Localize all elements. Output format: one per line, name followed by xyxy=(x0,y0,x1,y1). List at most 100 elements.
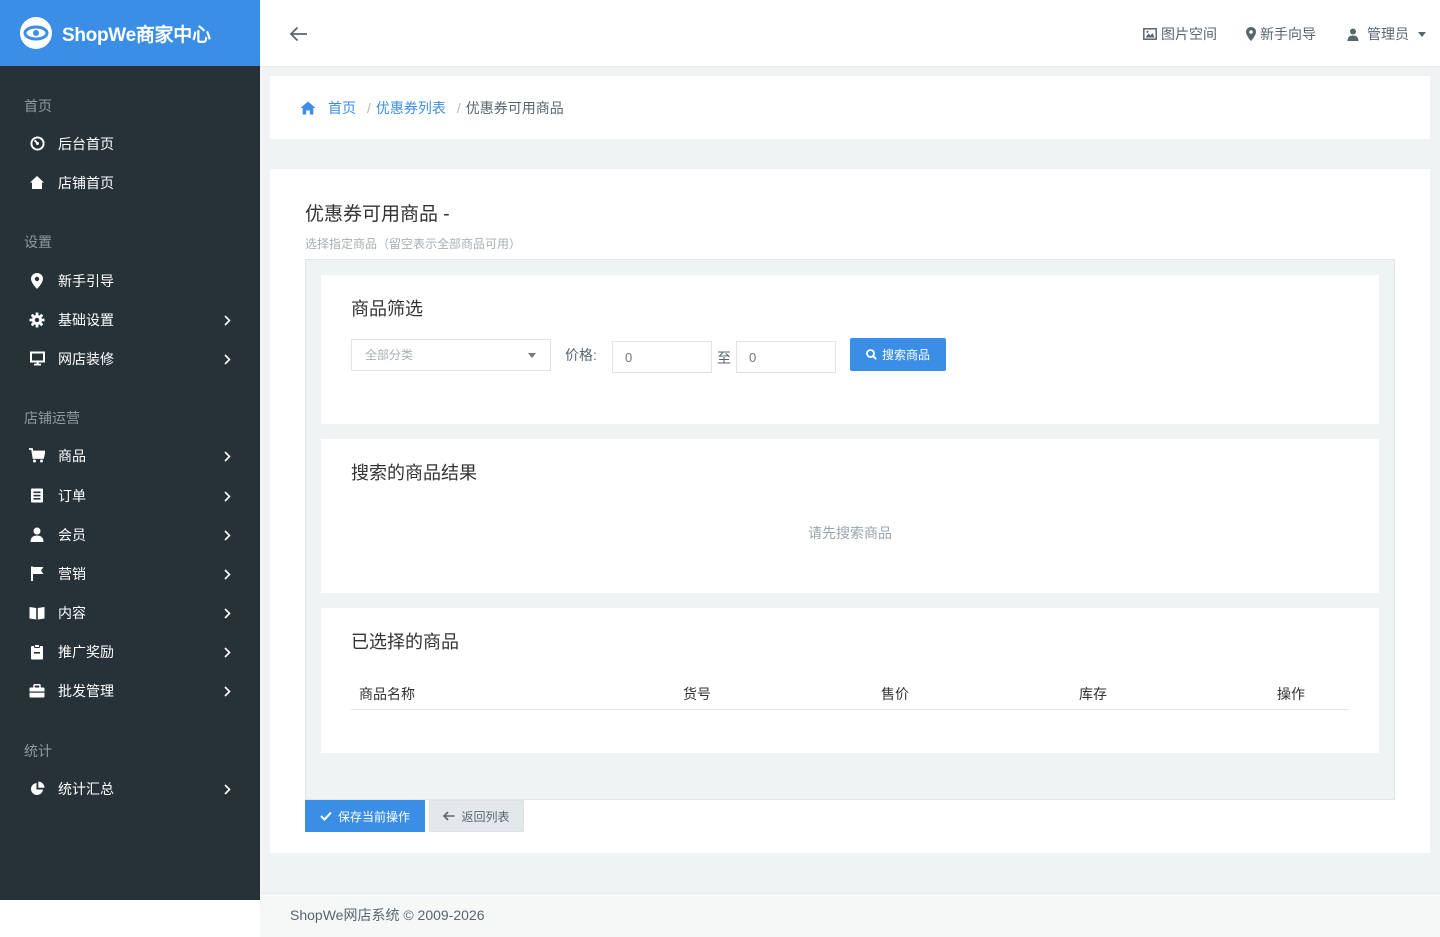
image-space-link[interactable]: 图片空间 xyxy=(1143,24,1217,44)
user-icon xyxy=(29,527,45,543)
table-header-divider xyxy=(351,709,1349,710)
sidebar-item-promotion[interactable]: 推广奖励 xyxy=(0,632,260,671)
sidebar-item-label: 网店装修 xyxy=(58,350,114,367)
sidebar-item-dashboard[interactable]: 后台首页 xyxy=(0,124,260,163)
back-to-list-button[interactable]: 返回列表 xyxy=(429,800,524,832)
home-icon[interactable] xyxy=(300,101,316,115)
filter-title: 商品筛选 xyxy=(351,299,423,319)
sidebar-bottom-gap xyxy=(0,900,260,937)
sidebar-item-marketing[interactable]: 营销 xyxy=(0,554,260,593)
price-max-input[interactable] xyxy=(736,341,836,373)
sidebar-item-label: 后台首页 xyxy=(58,135,114,152)
to-label: 至 xyxy=(717,350,731,366)
sidebar-item-label: 统计汇总 xyxy=(58,780,114,797)
breadcrumb-coupon-list[interactable]: 优惠券列表 xyxy=(376,98,446,118)
footer: ShopWe网店系统 © 2009-2026 xyxy=(260,893,1440,937)
briefcase-icon xyxy=(29,683,45,699)
sidebar-item-label: 会员 xyxy=(58,526,86,543)
sidebar-item-label: 订单 xyxy=(58,487,86,504)
search-products-button[interactable]: 搜索商品 xyxy=(850,338,946,371)
breadcrumb-separator: / xyxy=(456,99,461,116)
column-header-action: 操作 xyxy=(1277,686,1305,702)
sidebar-item-store-home[interactable]: 店铺首页 xyxy=(0,163,260,202)
sidebar-item-orders[interactable]: 订单 xyxy=(0,476,260,515)
sidebar-item-wholesale[interactable]: 批发管理 xyxy=(0,671,260,710)
sidebar-item-statistics[interactable]: 统计汇总 xyxy=(0,769,260,808)
chevron-right-icon xyxy=(224,352,231,368)
book-icon xyxy=(29,605,45,621)
chevron-right-icon xyxy=(224,782,231,798)
dashboard-icon xyxy=(29,136,45,152)
sidebar-item-guide[interactable]: 新手引导 xyxy=(0,261,260,300)
monitor-icon xyxy=(29,351,45,367)
price-label: 价格: xyxy=(565,347,597,363)
results-empty-message: 请先搜索商品 xyxy=(808,525,892,541)
sidebar-item-products[interactable]: 商品 xyxy=(0,436,260,475)
column-header-price: 售价 xyxy=(881,686,909,702)
chevron-right-icon xyxy=(224,489,231,505)
clipboard-icon xyxy=(29,643,45,660)
sidebar-item-decoration[interactable]: 网店装修 xyxy=(0,339,260,378)
results-card: 搜索的商品结果 请先搜索商品 xyxy=(321,439,1379,593)
sidebar-item-label: 内容 xyxy=(58,604,86,621)
check-icon xyxy=(320,811,332,821)
column-header-stock: 库存 xyxy=(1079,686,1107,702)
chevron-right-icon xyxy=(224,528,231,544)
results-title: 搜索的商品结果 xyxy=(351,463,477,483)
new-guide-link[interactable]: 新手向导 xyxy=(1246,24,1316,44)
filter-card: 商品筛选 全部分类 价格: 至 搜索商品 xyxy=(321,275,1379,424)
gear-icon xyxy=(29,312,45,328)
map-marker-icon xyxy=(1246,27,1256,41)
flag-icon xyxy=(29,566,45,582)
chevron-right-icon xyxy=(224,567,231,583)
sidebar-item-basic-settings[interactable]: 基础设置 xyxy=(0,300,260,339)
page-title: 优惠券可用商品 - xyxy=(305,204,450,225)
back-to-list-label: 返回列表 xyxy=(461,809,510,824)
admin-label: 管理员 xyxy=(1367,26,1409,42)
chevron-right-icon xyxy=(224,645,231,661)
logo-icon xyxy=(20,17,52,49)
nav-section-settings: 设置 xyxy=(24,234,52,250)
breadcrumb-current: 优惠券可用商品 xyxy=(465,99,564,116)
search-icon xyxy=(866,349,877,360)
chevron-right-icon xyxy=(224,313,231,329)
arrow-left-icon xyxy=(443,811,455,821)
image-icon xyxy=(1143,28,1157,40)
breadcrumb: 首页 / 优惠券列表 / 优惠券可用商品 xyxy=(270,76,1430,139)
brand-header: ShopWe商家中心 xyxy=(0,0,260,66)
sidebar: 首页 后台首页 店铺首页 设置 新手引导 基础设置 网店装修 店铺运营 商品 订… xyxy=(0,66,260,900)
top-bar: 图片空间 新手向导 管理员 xyxy=(260,0,1440,66)
sidebar-item-label: 基础设置 xyxy=(58,311,114,328)
sidebar-item-label: 新手引导 xyxy=(58,272,114,289)
map-marker-icon xyxy=(29,272,45,289)
sidebar-item-label: 营销 xyxy=(58,565,86,582)
admin-menu[interactable]: 管理员 xyxy=(1347,24,1430,44)
chevron-right-icon xyxy=(224,449,231,465)
caret-down-icon xyxy=(528,353,536,358)
breadcrumb-home[interactable]: 首页 xyxy=(328,98,356,118)
nav-section-operations: 店铺运营 xyxy=(24,410,80,426)
image-space-label: 图片空间 xyxy=(1161,26,1217,42)
selected-card: 已选择的商品 商品名称 货号 售价 库存 操作 xyxy=(321,608,1379,753)
category-select-value: 全部分类 xyxy=(365,348,414,362)
user-icon xyxy=(1347,28,1359,41)
nav-section-stats: 统计 xyxy=(24,743,52,759)
sidebar-item-label: 商品 xyxy=(58,447,86,464)
sidebar-item-label: 批发管理 xyxy=(58,682,114,699)
price-min-input[interactable] xyxy=(612,341,712,373)
sidebar-item-members[interactable]: 会员 xyxy=(0,515,260,554)
main-panel: 优惠券可用商品 - 选择指定商品（留空表示全部商品可用） 商品筛选 全部分类 价… xyxy=(270,169,1430,853)
save-button[interactable]: 保存当前操作 xyxy=(305,800,425,832)
chevron-right-icon xyxy=(224,684,231,700)
selected-title: 已选择的商品 xyxy=(351,632,459,652)
nav-section-home: 首页 xyxy=(24,98,52,114)
back-arrow-icon[interactable] xyxy=(288,23,310,45)
home-icon xyxy=(29,175,45,191)
brand-title: ShopWe商家中心 xyxy=(62,24,211,46)
sidebar-item-label: 店铺首页 xyxy=(58,174,114,191)
search-products-label: 搜索商品 xyxy=(881,348,930,362)
sidebar-item-content[interactable]: 内容 xyxy=(0,593,260,632)
sidebar-item-label: 推广奖励 xyxy=(58,643,114,660)
column-header-sku: 货号 xyxy=(683,686,711,702)
category-select[interactable]: 全部分类 xyxy=(351,339,551,371)
